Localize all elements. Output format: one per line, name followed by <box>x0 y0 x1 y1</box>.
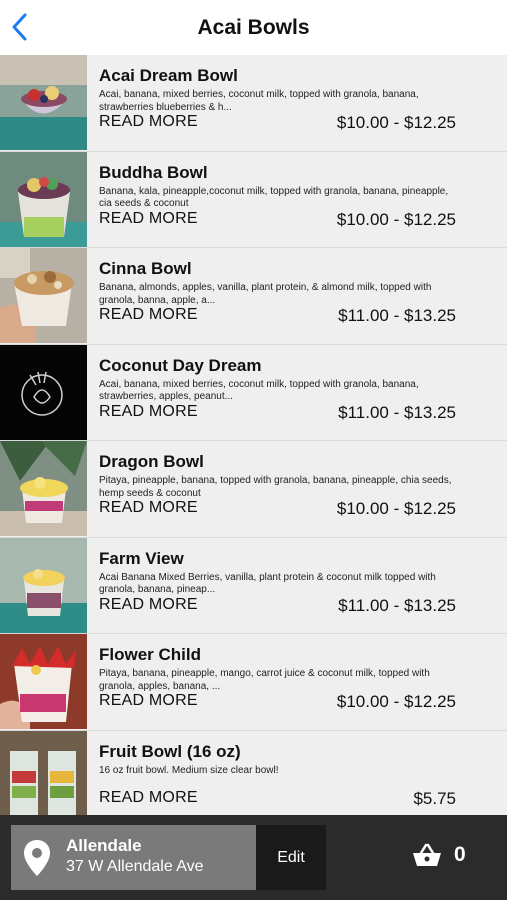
list-item[interactable]: Dragon Bowl Pitaya, pineapple, banana, t… <box>0 441 507 538</box>
item-name: Buddha Bowl <box>99 162 208 182</box>
read-more-link[interactable]: READ MORE <box>99 499 198 517</box>
item-description: Pitaya, banana, pineapple, mango, carrot… <box>99 668 430 692</box>
item-name: Farm View <box>99 548 184 568</box>
item-photo <box>0 344 87 440</box>
item-description: Acai, banana, mixed berries, coconut mil… <box>99 378 419 403</box>
read-more-link[interactable]: READ MORE <box>99 596 198 614</box>
nav-bar: Acai Bowls <box>0 0 507 55</box>
read-more-link[interactable]: READ MORE <box>99 789 198 807</box>
item-price: $10.00 - $12.25 <box>336 499 456 518</box>
item-name: Dragon Bowl <box>99 452 204 471</box>
edit-location-button[interactable]: Edit <box>256 825 326 890</box>
list-item[interactable]: Buddha Bowl Banana, kala, pineapple,coco… <box>0 151 507 248</box>
item-name: Fruit Bowl (16 oz) <box>99 741 241 761</box>
item-description: Acai, banana, mixed berries, coconut mil… <box>99 89 419 113</box>
list-item[interactable]: Farm View Acai Banana Mixed Berries, van… <box>0 537 507 634</box>
bottom-bar: Allendale 37 W Allendale Ave Edit 0 <box>0 815 507 900</box>
read-more-link[interactable]: READ MORE <box>99 210 198 228</box>
item-description: Acai Banana Mixed Berries, vanilla, plan… <box>99 571 436 596</box>
location-name: Allendale <box>66 836 142 855</box>
basket-icon <box>413 843 441 866</box>
menu-list[interactable]: Acai Dream Bowl Acai, banana, mixed berr… <box>0 55 507 815</box>
item-photo <box>0 634 87 729</box>
location-selector[interactable]: Allendale 37 W Allendale Ave <box>11 825 256 890</box>
location-pin-icon <box>24 840 50 876</box>
list-item[interactable]: Flower Child Pitaya, banana, pineapple, … <box>0 634 507 731</box>
item-price: $10.00 - $12.25 <box>336 692 456 711</box>
list-item[interactable]: Acai Dream Bowl Acai, banana, mixed berr… <box>0 55 507 152</box>
item-description: Banana, almonds, apples, vanilla, plant … <box>99 282 432 306</box>
item-name: Cinna Bowl <box>99 259 192 278</box>
item-photo <box>0 730 87 815</box>
item-price: $10.00 - $12.25 <box>336 113 456 132</box>
item-description: 16 oz fruit bowl. Medium size clear bowl… <box>99 764 279 776</box>
item-description: Banana, kala, pineapple,coconut milk, to… <box>99 185 449 210</box>
item-price: $5.75 <box>413 788 456 808</box>
read-more-link[interactable]: READ MORE <box>99 306 198 324</box>
read-more-link[interactable]: READ MORE <box>99 113 198 131</box>
list-item[interactable]: Coconut Day Dream Acai, banana, mixed be… <box>0 344 507 441</box>
read-more-link[interactable]: READ MORE <box>99 403 198 421</box>
item-name: Coconut Day Dream <box>99 355 262 375</box>
cart-count: 0 <box>454 843 466 866</box>
item-photo <box>0 537 87 633</box>
list-item[interactable]: Fruit Bowl (16 oz) 16 oz fruit bowl. Med… <box>0 730 507 815</box>
item-price: $11.00 - $13.25 <box>338 595 456 615</box>
item-name: Acai Dream Bowl <box>99 66 238 85</box>
item-photo <box>0 55 87 150</box>
item-photo <box>0 248 87 343</box>
item-photo <box>0 441 87 536</box>
item-name: Flower Child <box>99 645 201 664</box>
cart-button[interactable]: 0 <box>410 837 480 877</box>
item-price: $11.00 - $13.25 <box>338 306 456 325</box>
item-photo <box>0 151 87 247</box>
read-more-link[interactable]: READ MORE <box>99 692 198 710</box>
item-description: Pitaya, pineapple, banana, topped with g… <box>99 475 452 499</box>
page-title: Acai Bowls <box>197 16 310 39</box>
item-price: $10.00 - $12.25 <box>336 209 456 229</box>
location-address: 37 W Allendale Ave <box>66 858 204 875</box>
list-item[interactable]: Cinna Bowl Banana, almonds, apples, vani… <box>0 248 507 345</box>
item-price: $11.00 - $13.25 <box>338 402 456 422</box>
